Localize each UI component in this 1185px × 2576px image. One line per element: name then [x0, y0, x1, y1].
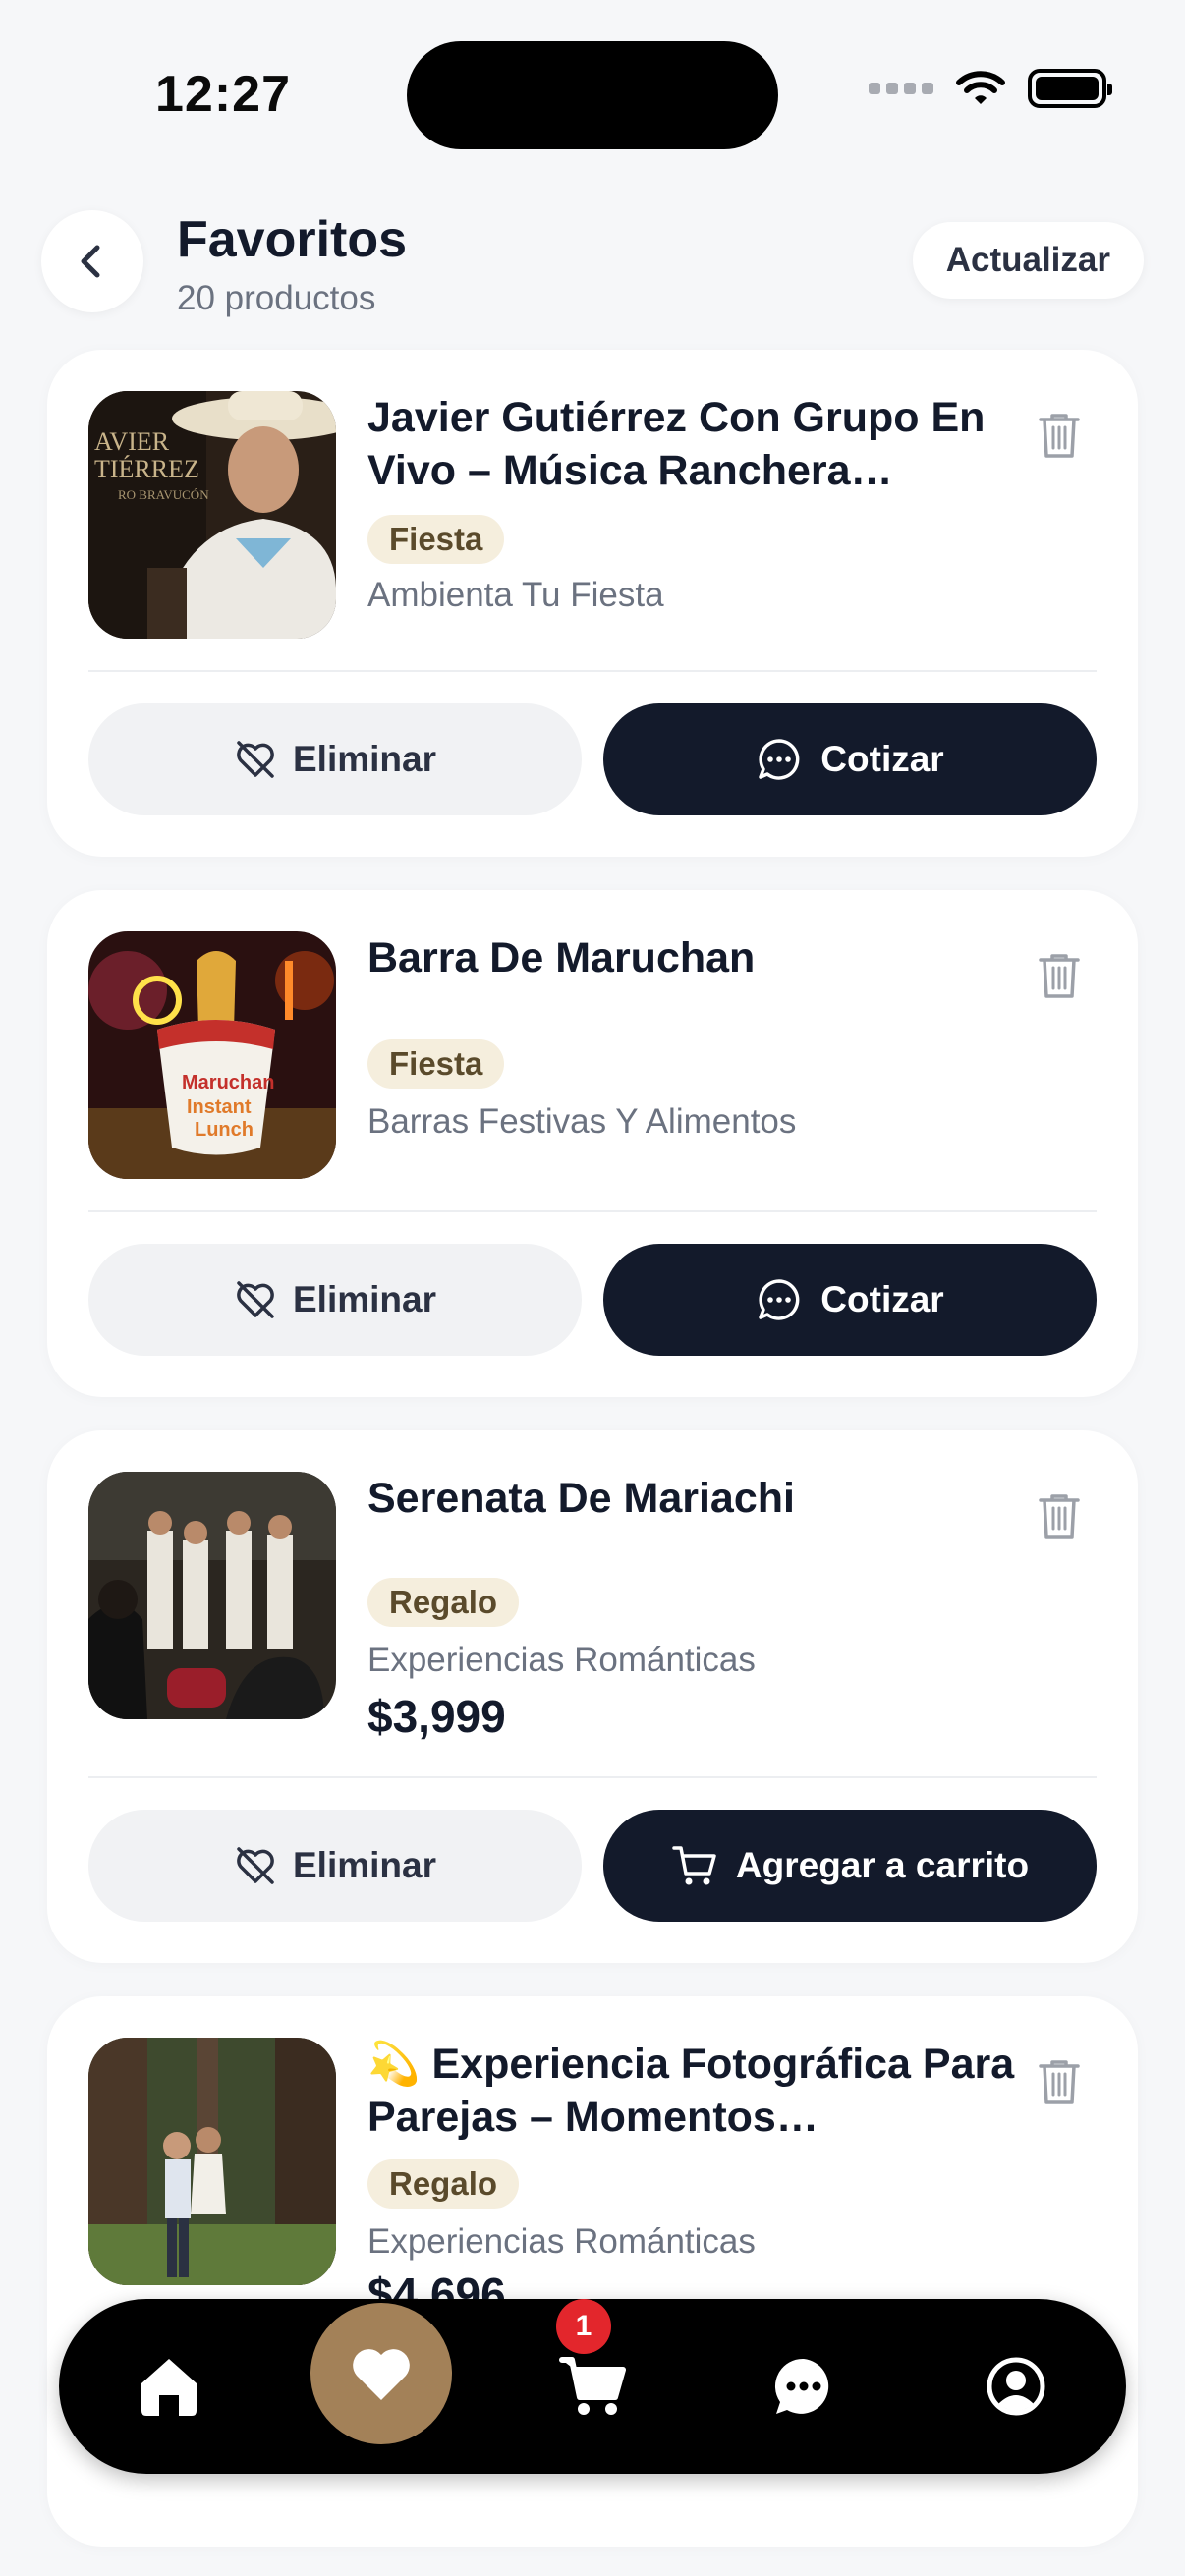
divider	[88, 1210, 1097, 1212]
nav-messages[interactable]	[733, 2299, 875, 2474]
thumb-text-6: Lunch	[195, 1119, 254, 1141]
product-title[interactable]: Javier Gutiérrez Con Grupo En Vivo – Mús…	[367, 391, 1016, 497]
favorite-card: Maruchan Instant Lunch Barra De Maruchan…	[47, 890, 1138, 1397]
delete-button[interactable]	[1038, 411, 1081, 465]
page-title: Favoritos	[177, 211, 408, 268]
add-to-cart-button[interactable]: Agregar a carrito	[603, 1810, 1097, 1922]
heart-off-icon	[237, 741, 274, 778]
status-time: 12:27	[155, 66, 291, 123]
heart-icon	[353, 2349, 410, 2400]
chevron-left-icon	[81, 245, 100, 278]
quote-label: Cotizar	[820, 739, 944, 779]
product-category: Ambienta Tu Fiesta	[367, 576, 664, 614]
remove-label: Eliminar	[293, 1279, 436, 1319]
product-count: 20 productos	[177, 279, 376, 317]
category-tag: Fiesta	[367, 515, 505, 564]
cart-badge: 1	[556, 2299, 611, 2354]
back-button[interactable]	[41, 210, 143, 312]
thumb-text-2: TIÉRREZ	[94, 455, 199, 483]
product-category: Barras Festivas Y Alimentos	[367, 1102, 797, 1141]
favorite-card: AVIER TIÉRREZ RO BRAVUCÓN Javier Gutiérr…	[47, 350, 1138, 857]
nav-favorites[interactable]	[310, 2303, 452, 2444]
product-image: AVIER TIÉRREZ RO BRAVUCÓN	[88, 391, 336, 639]
remove-favorite-button[interactable]: Eliminar	[88, 1810, 582, 1922]
nav-home[interactable]	[98, 2299, 240, 2474]
product-category: Experiencias Románticas	[367, 1641, 756, 1679]
divider	[88, 670, 1097, 672]
dynamic-island	[407, 41, 778, 149]
cart-icon	[672, 1846, 716, 1885]
remove-label: Eliminar	[293, 1845, 436, 1885]
delete-button[interactable]	[1038, 2057, 1081, 2111]
category-tag: Regalo	[367, 2159, 520, 2209]
product-image	[88, 1472, 336, 1719]
status-icons	[869, 69, 1112, 108]
product-image	[88, 2038, 336, 2285]
heart-off-icon	[237, 1281, 274, 1318]
delete-button[interactable]	[1038, 1491, 1081, 1545]
product-image: Maruchan Instant Lunch	[88, 931, 336, 1179]
remove-favorite-button[interactable]: Eliminar	[88, 1244, 582, 1356]
product-title[interactable]: Barra De Maruchan	[367, 931, 1016, 984]
refresh-button[interactable]: Actualizar	[912, 222, 1144, 299]
product-title[interactable]: Serenata De Mariachi	[367, 1472, 1016, 1525]
cart-icon	[559, 2357, 626, 2415]
category-tag: Fiesta	[367, 1039, 505, 1089]
remove-favorite-button[interactable]: Eliminar	[88, 703, 582, 815]
favorites-screen: 12:27 Favoritos 20 productos Actualizar …	[0, 0, 1185, 2576]
quote-button[interactable]: Cotizar	[603, 703, 1097, 815]
battery-icon	[1028, 69, 1112, 108]
product-price: $3,999	[367, 1691, 506, 1742]
add-to-cart-label: Agregar a carrito	[735, 1845, 1030, 1885]
divider	[88, 1776, 1097, 1778]
thumb-text-3: RO BRAVUCÓN	[118, 487, 209, 502]
quote-button[interactable]: Cotizar	[603, 1244, 1097, 1356]
trash-icon	[1039, 1494, 1080, 1539]
thumb-text-4: Maruchan	[182, 1072, 274, 1093]
chat-bubble-icon	[759, 1279, 800, 1320]
trash-icon	[1039, 2060, 1080, 2104]
delete-button[interactable]	[1038, 951, 1081, 1005]
heart-off-icon	[237, 1847, 274, 1884]
chat-bubble-icon	[759, 739, 800, 780]
nav-profile[interactable]	[945, 2299, 1087, 2474]
trash-icon	[1039, 954, 1080, 998]
category-tag: Regalo	[367, 1578, 520, 1627]
chat-icon	[774, 2358, 829, 2414]
cellular-signal-icon	[869, 83, 933, 94]
home-icon	[141, 2359, 197, 2416]
profile-icon	[987, 2357, 1045, 2416]
thumb-text-5: Instant	[187, 1096, 252, 1118]
thumb-text-1: AVIER	[94, 427, 170, 456]
wifi-icon	[956, 71, 1005, 104]
quote-label: Cotizar	[820, 1279, 944, 1319]
favorite-card: Serenata De Mariachi Regalo Experiencias…	[47, 1430, 1138, 1963]
remove-label: Eliminar	[293, 739, 436, 779]
product-title[interactable]: 💫 Experiencia Fotográfica Para Parejas –…	[367, 2038, 1016, 2144]
product-category: Experiencias Románticas	[367, 2222, 756, 2261]
trash-icon	[1039, 414, 1080, 458]
